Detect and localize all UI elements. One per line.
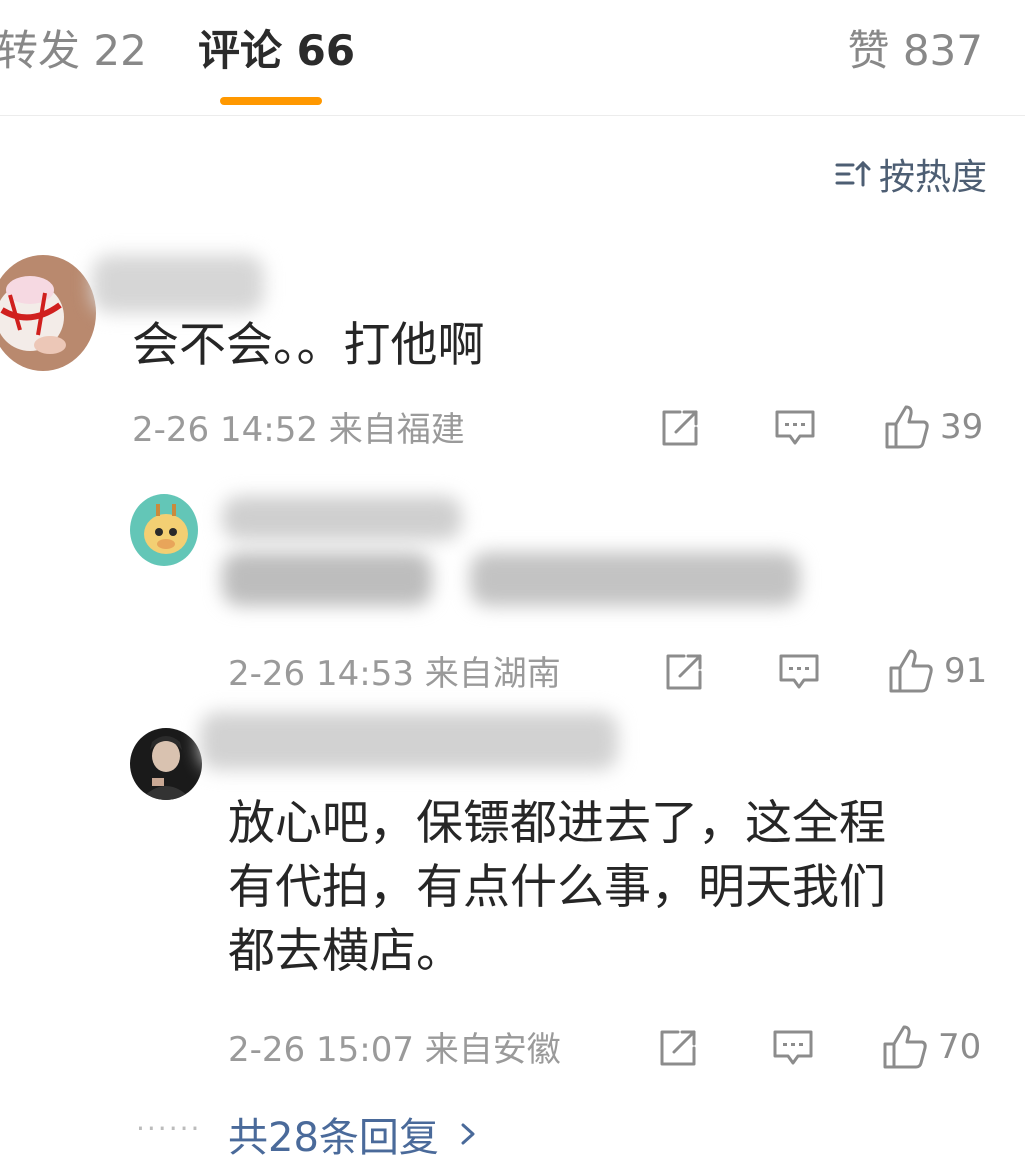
share-button[interactable] xyxy=(664,652,704,692)
share-icon xyxy=(660,1030,696,1066)
dots-separator: ······ xyxy=(136,1112,202,1145)
comment-icon xyxy=(775,410,815,445)
username-blurred[interactable] xyxy=(222,496,462,540)
like-count: 39 xyxy=(940,407,984,447)
comment-time: 2-26 15:07 xyxy=(228,1030,414,1070)
comment-location: 来自湖南 xyxy=(424,654,561,694)
comment-icon xyxy=(779,654,819,689)
comment-meta: 2-26 14:52 来自福建 xyxy=(132,408,465,452)
sort-by-heat-button[interactable]: 按热度 xyxy=(835,152,987,198)
comment-line: 放心吧，保镖都进去了，这全程 xyxy=(228,796,886,851)
comment-text-blurred xyxy=(222,552,432,606)
avatar[interactable] xyxy=(130,728,202,800)
like-count: 70 xyxy=(938,1027,982,1067)
share-icon xyxy=(662,410,698,446)
comment-meta: 2-26 15:07 来自安徽 xyxy=(228,1028,561,1072)
reply-button[interactable] xyxy=(774,408,816,448)
tab-likes[interactable]: 赞 837 xyxy=(847,25,983,77)
comment-text: 放心吧，保镖都进去了，这全程 有代拍，有点什么事，明天我们 都去横店。 xyxy=(228,792,886,984)
more-replies-label: 共28条回复 xyxy=(228,1115,439,1161)
like-button[interactable]: 39 xyxy=(884,404,983,450)
avatar[interactable] xyxy=(0,255,96,371)
thumbs-up-icon xyxy=(889,649,933,693)
reply-button[interactable] xyxy=(772,1028,814,1068)
share-button[interactable] xyxy=(658,1028,698,1068)
comment-location: 来自安徽 xyxy=(424,1030,561,1070)
sort-label: 按热度 xyxy=(878,157,987,198)
sort-icon xyxy=(835,160,871,187)
comment-meta: 2-26 14:53 来自湖南 xyxy=(228,652,561,696)
comment-location: 来自福建 xyxy=(328,410,465,450)
like-button[interactable]: 70 xyxy=(882,1024,981,1070)
share-button[interactable] xyxy=(660,408,700,448)
username-blurred[interactable] xyxy=(92,255,264,313)
avatar[interactable] xyxy=(130,494,198,566)
share-icon xyxy=(666,654,702,690)
comment-text-blurred xyxy=(470,552,800,606)
chevron-right-icon xyxy=(461,1123,475,1145)
like-button[interactable]: 91 xyxy=(888,648,987,694)
thumbs-up-icon xyxy=(883,1025,927,1069)
active-tab-indicator xyxy=(220,97,322,105)
more-replies-link[interactable]: 共28条回复 xyxy=(228,1105,481,1163)
tab-divider xyxy=(0,115,1025,116)
comment-text: 会不会。。打他啊 xyxy=(132,318,485,373)
thumbs-up-icon xyxy=(885,405,929,449)
comment-line: 都去横店。 xyxy=(228,924,463,979)
comment-line: 有代拍，有点什么事，明天我们 xyxy=(228,860,886,915)
comment-time: 2-26 14:53 xyxy=(228,654,414,694)
reply-button[interactable] xyxy=(778,652,820,692)
like-count: 91 xyxy=(944,651,988,691)
comment-icon xyxy=(773,1030,813,1065)
tab-comments[interactable]: 评论 66 xyxy=(198,25,355,77)
username-blurred[interactable] xyxy=(200,712,618,770)
comment-time: 2-26 14:52 xyxy=(132,410,318,450)
tab-repost[interactable]: 转发 22 xyxy=(0,25,147,77)
